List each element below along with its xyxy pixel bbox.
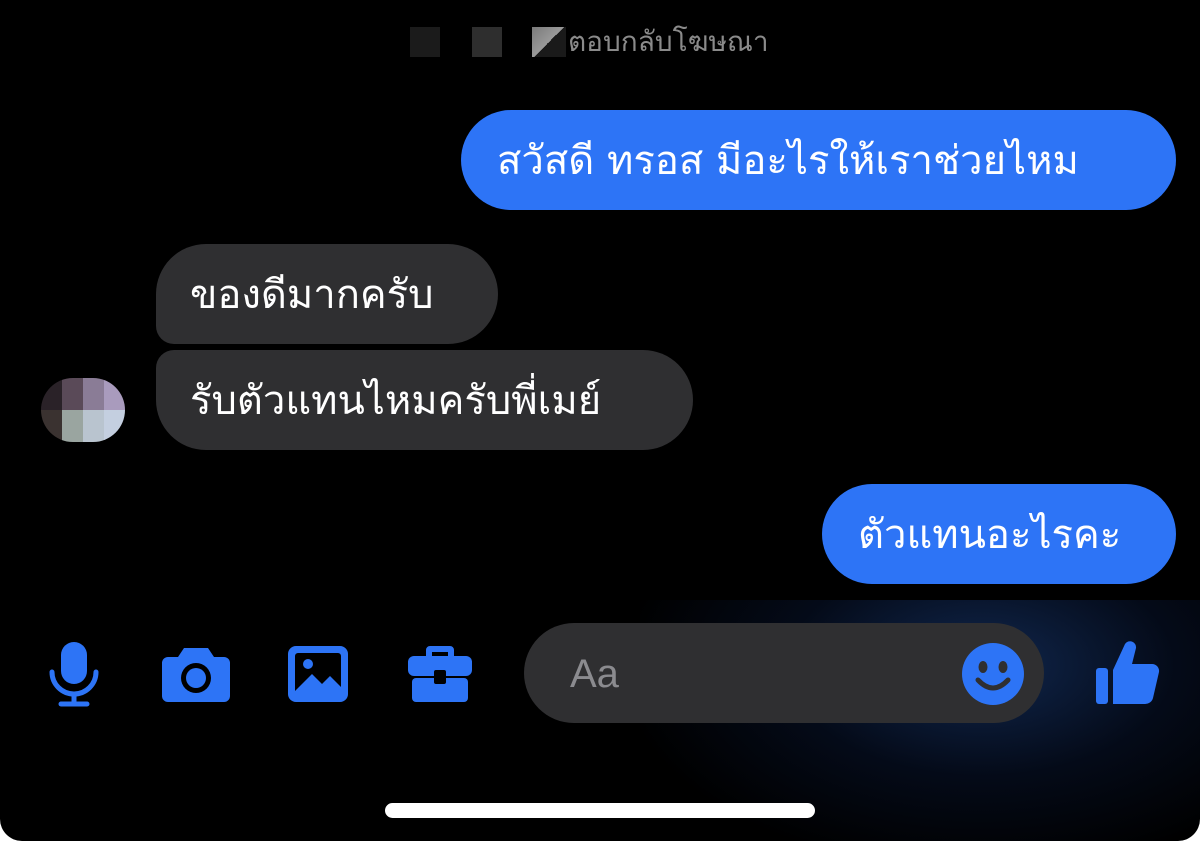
- tools-button[interactable]: [406, 642, 474, 704]
- message-input[interactable]: [568, 651, 952, 697]
- chat-screen: ตอบกลับโฆษณา สวัสดี ทรอส มีอะไรให้เราช่ว…: [0, 0, 1200, 841]
- message-text: ของดีมากครับ: [190, 272, 434, 318]
- pixelated-image: [472, 27, 502, 57]
- reply-to-ad-note: ตอบกลับโฆษณา: [410, 22, 769, 62]
- incoming-message-bubble[interactable]: ของดีมากครับ: [156, 244, 498, 344]
- pixelated-image: [532, 27, 566, 57]
- message-composer[interactable]: [524, 623, 1044, 723]
- pixelated-image: [410, 27, 440, 57]
- contact-avatar[interactable]: [41, 378, 125, 442]
- briefcase-icon: [408, 646, 472, 702]
- message-text: สวัสดี ทรอส มีอะไรให้เราช่วยไหม: [497, 138, 1079, 184]
- incoming-message-bubble[interactable]: รับตัวแทนไหมครับพี่เมย์: [156, 350, 693, 450]
- gallery-button[interactable]: [286, 644, 350, 704]
- camera-icon: [162, 648, 230, 702]
- emoji-icon: [962, 643, 1024, 705]
- thumbs-up-icon: [1096, 641, 1160, 705]
- home-indicator[interactable]: [385, 803, 815, 818]
- message-text: รับตัวแทนไหมครับพี่เมย์: [190, 378, 602, 424]
- microphone-icon: [49, 642, 99, 707]
- reply-note-text: ตอบกลับโฆษณา: [568, 25, 769, 58]
- camera-button[interactable]: [160, 644, 232, 704]
- outgoing-message-bubble[interactable]: สวัสดี ทรอส มีอะไรให้เราช่วยไหม: [461, 110, 1176, 210]
- outgoing-message-bubble[interactable]: ตัวแทนอะไรคะ: [822, 484, 1176, 584]
- emoji-button[interactable]: [961, 642, 1025, 706]
- message-text: ตัวแทนอะไรคะ: [858, 512, 1122, 558]
- image-icon: [288, 646, 348, 702]
- like-button[interactable]: [1094, 638, 1160, 706]
- microphone-button[interactable]: [44, 640, 104, 708]
